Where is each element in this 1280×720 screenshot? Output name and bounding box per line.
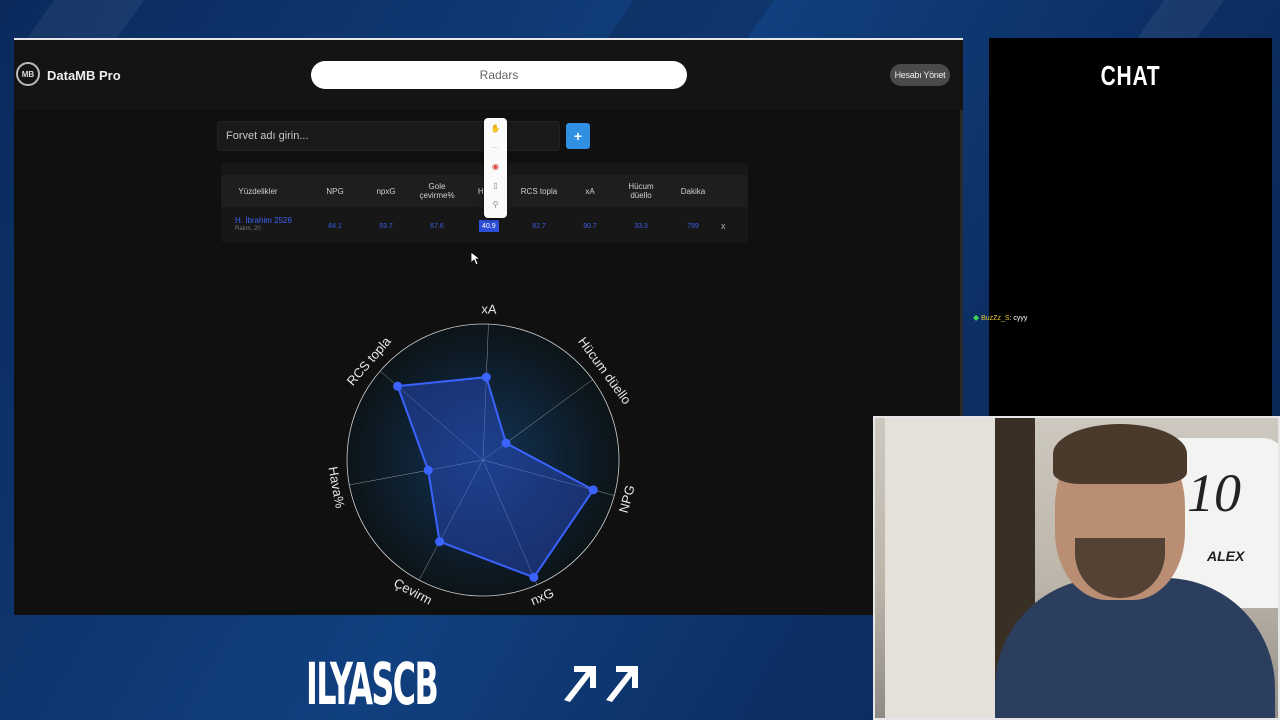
radar-point-5 (423, 465, 433, 475)
radar-axis-label: xA (481, 301, 497, 317)
radar-axis-label: NPG (616, 483, 638, 514)
radar-chart: xAHücum düelloNPGnxGÇevirmHava%RCS topla (325, 301, 638, 608)
chat-username: BuzZz_S (981, 315, 1010, 322)
radar-point-2 (588, 485, 598, 495)
bg-stripe (605, 0, 775, 40)
mouse-cursor-icon (471, 252, 481, 266)
webcam-feed: 10 ALEX (873, 416, 1280, 720)
streamer-hair (1053, 424, 1187, 484)
radar-point-1 (501, 438, 511, 448)
streamer (995, 418, 1275, 718)
badge-icon: ◆ (973, 313, 980, 322)
chat-panel: CHAT ◆ BuzZz_S: cyyy (973, 38, 1272, 416)
radar-point-0 (481, 372, 491, 382)
chat-text: : cyyy (1009, 315, 1028, 322)
radar-point-3 (529, 572, 539, 582)
brand-logo-icon (564, 666, 638, 702)
radar-axis-label: nxG (528, 585, 556, 608)
bg-stripe (1135, 0, 1225, 40)
radar-axis-label: Hava% (325, 465, 348, 509)
radar-point-6 (393, 381, 403, 391)
radar-point-4 (435, 537, 445, 547)
chat-message: ◆ BuzZz_S: cyyy (973, 313, 1027, 322)
app-window: MB DataMB Pro Radars Hesabı Yönet + Yüzd… (14, 38, 963, 615)
chat-title: CHAT (1100, 60, 1161, 91)
channel-brand: ILYASCB (306, 650, 439, 718)
bg-stripe (25, 0, 145, 40)
